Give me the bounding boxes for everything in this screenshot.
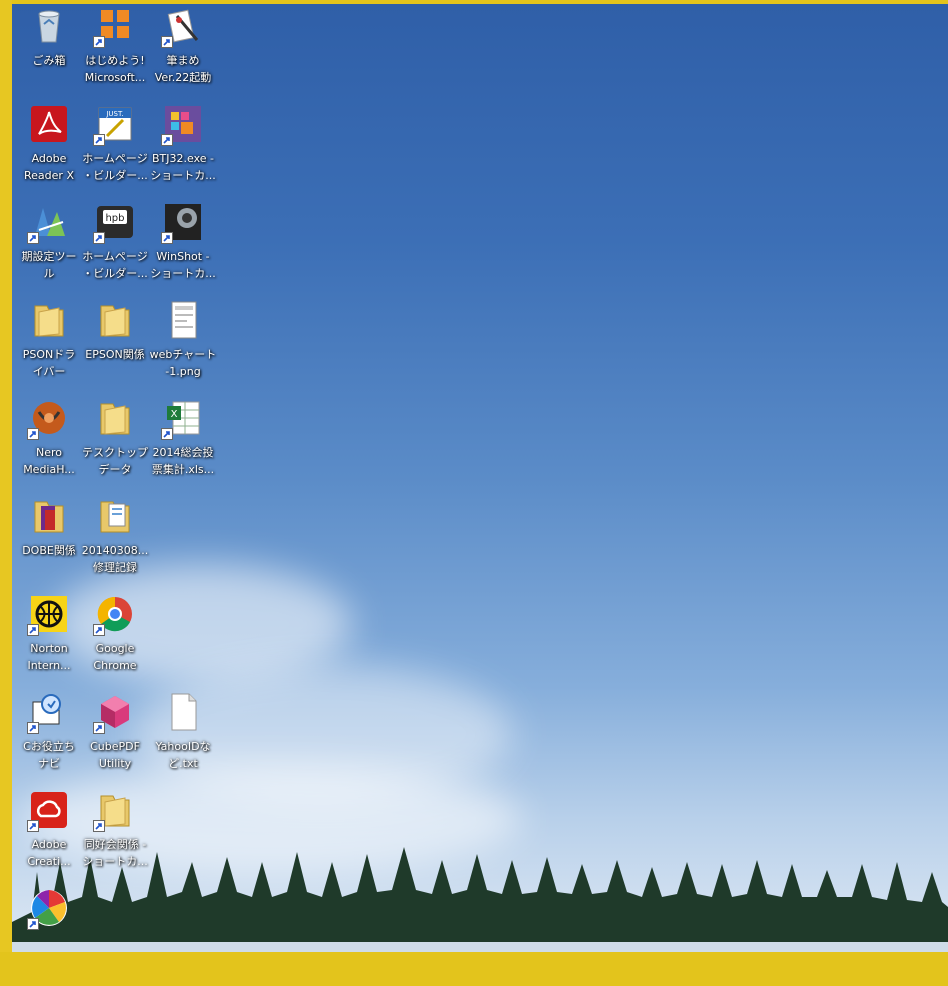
creative-cloud-icon [27, 790, 69, 832]
desktop-icon[interactable]: ごみ箱 [12, 6, 86, 104]
desktop-icon-label: Cお役立ち ナビ [23, 740, 75, 770]
text-file-icon [163, 692, 203, 732]
desktop-icon-label: テスクトップ データ [82, 446, 148, 476]
folder-icon [93, 790, 135, 832]
folder-icon [95, 300, 135, 340]
office-icon [93, 6, 135, 48]
svg-text:JUST.: JUST. [105, 110, 123, 118]
shortcut-arrow-icon [93, 36, 105, 48]
winshot-icon [161, 202, 203, 244]
desktop-icon-label: EPSON関係 [85, 348, 145, 361]
desktop-icon[interactable]: Cお役立ち ナビ [12, 692, 86, 790]
image-file-icon [163, 300, 203, 340]
nero-icon [27, 398, 69, 440]
desktop-icon-label: CubePDF Utility [90, 740, 140, 770]
desktop-icon[interactable]: DOBE関係 [12, 496, 86, 594]
desktop-icon-label: ホームページ ・ビルダー... [82, 250, 148, 280]
desktop-icon[interactable]: CubePDF Utility [78, 692, 152, 790]
desktop-icon-label: WinShot - ショートカ... [150, 250, 216, 280]
desktop-icon-label: PSONドラ イバー [22, 348, 76, 378]
cubepdf-icon [93, 692, 135, 734]
desktop-icon[interactable]: 筆まめ Ver.22起動 [146, 6, 220, 104]
chrome-icon [93, 594, 135, 636]
desktop-icon[interactable]: WinShot - ショートカ... [146, 202, 220, 300]
desktop-icon[interactable]: Nero MediaH... [12, 398, 86, 496]
tree-line [12, 847, 948, 952]
desktop-icon[interactable]: Adobe Reader X [12, 104, 86, 202]
desktop-icon-label: 筆まめ Ver.22起動 [154, 54, 212, 84]
desktop-icon[interactable] [12, 888, 86, 986]
adobe-reader-icon [29, 104, 69, 144]
desktop-icon[interactable]: はじめよう! Microsoft... [78, 6, 152, 104]
desktop-icon-label: 期設定ツー ル [21, 250, 77, 280]
hpb-icon: hpb [93, 202, 135, 244]
shortcut-arrow-icon [93, 232, 105, 244]
desktop-icon[interactable]: JUST. ホームページ ・ビルダー... [78, 104, 152, 202]
setup-tool-icon [27, 202, 69, 244]
desktop-icon[interactable]: 同好会関係 - ショートカ... [78, 790, 152, 888]
desktop-icon[interactable]: Google Chrome [78, 594, 152, 692]
desktop-icon[interactable]: hpb ホームページ ・ビルダー... [78, 202, 152, 300]
shortcut-arrow-icon [93, 134, 105, 146]
svg-text:X: X [171, 409, 178, 420]
left-edge-strip [0, 0, 12, 952]
btj32-icon [161, 104, 203, 146]
desktop-icon[interactable]: Adobe Creati... [12, 790, 86, 888]
desktop-icon[interactable]: 期設定ツー ル [12, 202, 86, 300]
desktop-icon-label: 2014総会投 票集計.xls... [151, 446, 215, 476]
desktop-icon[interactable]: PSONドラ イバー [12, 300, 86, 398]
desktop-icon[interactable]: BTJ32.exe - ショートカ... [146, 104, 220, 202]
desktop-icon-label: Nero MediaH... [23, 446, 75, 476]
fudemame-icon [161, 6, 203, 48]
desktop-icon[interactable]: テスクトップ データ [78, 398, 152, 496]
navi-icon [27, 692, 69, 734]
desktop-icon-label: ごみ箱 [32, 54, 66, 67]
shortcut-arrow-icon [161, 36, 173, 48]
desktop-icon[interactable]: YahooIDな ど.txt [146, 692, 220, 790]
shortcut-arrow-icon [93, 820, 105, 832]
desktop-icon[interactable]: Norton Intern... [12, 594, 86, 692]
just-homepage-builder-icon: JUST. [93, 104, 135, 146]
desktop-icon[interactable]: EPSON関係 [78, 300, 152, 398]
desktop-icon-label: Norton Intern... [27, 642, 71, 672]
shortcut-arrow-icon [27, 820, 39, 832]
shortcut-arrow-icon [27, 624, 39, 636]
desktop-icon-label: はじめよう! Microsoft... [84, 54, 146, 84]
shortcut-arrow-icon [27, 918, 39, 930]
norton-icon [27, 594, 69, 636]
excel-icon: X [161, 398, 203, 440]
desktop-icon-label: Adobe Creati... [27, 838, 71, 868]
shortcut-arrow-icon [27, 428, 39, 440]
shortcut-arrow-icon [93, 722, 105, 734]
desktop-icon-label: Google Chrome [93, 642, 137, 672]
picasa-icon [27, 888, 69, 930]
shortcut-arrow-icon [27, 722, 39, 734]
desktop-icon-label: ホームページ ・ビルダー... [82, 152, 148, 182]
shortcut-arrow-icon [161, 134, 173, 146]
desktop-icon-label: 20140308... 修理記録 [81, 544, 149, 574]
shortcut-arrow-icon [93, 624, 105, 636]
desktop-icon[interactable]: X 2014総会投 票集計.xls... [146, 398, 220, 496]
document-folder-icon [95, 496, 135, 536]
recycle-bin-icon [29, 6, 69, 46]
desktop-icon-label: 同好会関係 - ショートカ... [82, 838, 148, 868]
desktop-icon-label: YahooIDな ど.txt [155, 740, 211, 770]
desktop-icon[interactable]: webチャート -1.png [146, 300, 220, 398]
svg-text:hpb: hpb [105, 213, 124, 224]
desktop-icon-label: Adobe Reader X [24, 152, 74, 182]
desktop-icon-label: DOBE関係 [22, 544, 76, 557]
folder-icon [95, 398, 135, 438]
desktop-icon-label: BTJ32.exe - ショートカ... [150, 152, 216, 182]
shortcut-arrow-icon [161, 428, 173, 440]
adobe-folder-icon [29, 496, 69, 536]
shortcut-arrow-icon [161, 232, 173, 244]
shortcut-arrow-icon [27, 232, 39, 244]
folder-icon [29, 300, 69, 340]
desktop-icon-label: webチャート -1.png [149, 348, 217, 378]
desktop-icon[interactable]: 20140308... 修理記録 [78, 496, 152, 594]
